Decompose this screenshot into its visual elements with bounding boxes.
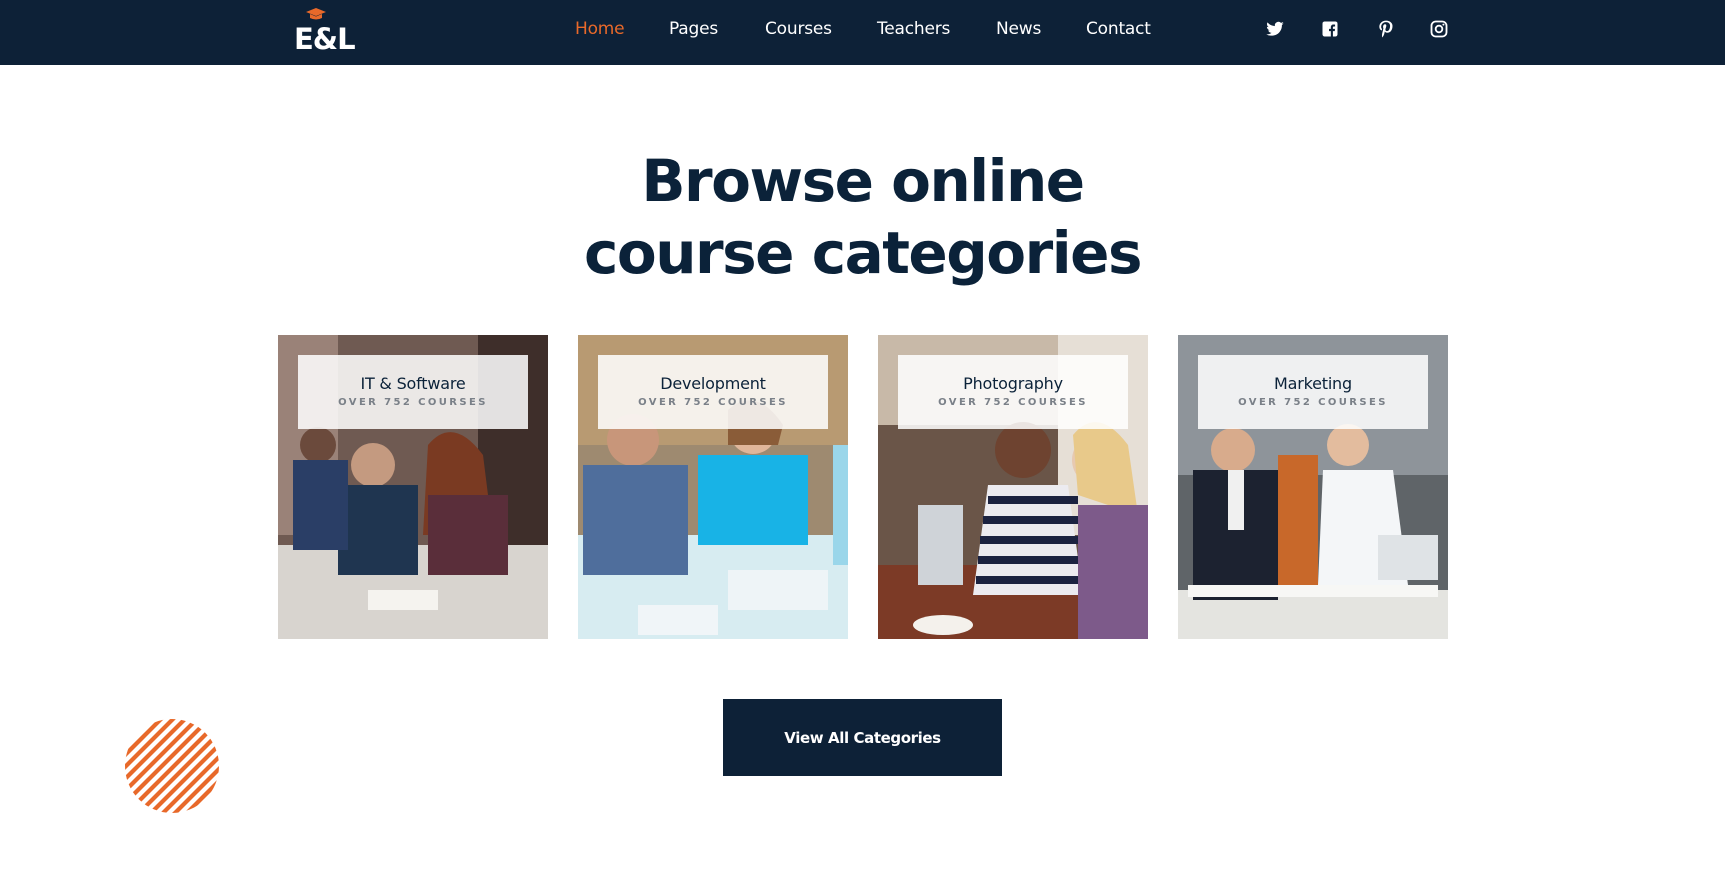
category-card-development[interactable]: Development OVER 752 COURSES <box>578 335 848 639</box>
category-title: Photography <box>963 374 1063 393</box>
category-course-count: OVER 752 COURSES <box>938 397 1088 408</box>
category-title: IT & Software <box>360 374 466 393</box>
category-course-count: OVER 752 COURSES <box>638 397 788 408</box>
nav-item-pages[interactable]: Pages <box>669 19 718 39</box>
logo-text: E&L <box>294 22 356 56</box>
category-card-photography[interactable]: Photography OVER 752 COURSES <box>878 335 1148 639</box>
category-card-it-software[interactable]: IT & Software OVER 752 COURSES <box>278 335 548 639</box>
page-title: Browse online course categories <box>0 145 1725 289</box>
pinterest-icon[interactable] <box>1376 19 1396 39</box>
category-label: Photography OVER 752 COURSES <box>898 355 1128 429</box>
graduation-cap-icon <box>306 8 326 20</box>
site-logo[interactable]: E&L <box>294 8 358 58</box>
page-title-line-2: course categories <box>584 219 1142 287</box>
page-title-line-1: Browse online <box>641 147 1085 215</box>
nav-item-contact[interactable]: Contact <box>1086 19 1151 39</box>
decorative-striped-circle <box>125 719 219 813</box>
nav-item-teachers[interactable]: Teachers <box>877 19 950 39</box>
category-label: Development OVER 752 COURSES <box>598 355 828 429</box>
category-course-count: OVER 752 COURSES <box>338 397 488 408</box>
category-label: Marketing OVER 752 COURSES <box>1198 355 1428 429</box>
top-navigation-bar: E&L Home Pages Courses Teachers News Con… <box>0 0 1725 65</box>
nav-item-news[interactable]: News <box>996 19 1041 39</box>
instagram-icon[interactable] <box>1429 19 1449 39</box>
view-all-categories-button[interactable]: View All Categories <box>723 699 1002 776</box>
nav-item-home[interactable]: Home <box>575 19 625 39</box>
category-card-marketing[interactable]: Marketing OVER 752 COURSES <box>1178 335 1448 639</box>
category-course-count: OVER 752 COURSES <box>1238 397 1388 408</box>
nav-item-courses[interactable]: Courses <box>765 19 832 39</box>
facebook-icon[interactable] <box>1320 19 1340 39</box>
twitter-icon[interactable] <box>1265 19 1285 39</box>
category-label: IT & Software OVER 752 COURSES <box>298 355 528 429</box>
category-title: Marketing <box>1274 374 1352 393</box>
category-title: Development <box>660 374 766 393</box>
